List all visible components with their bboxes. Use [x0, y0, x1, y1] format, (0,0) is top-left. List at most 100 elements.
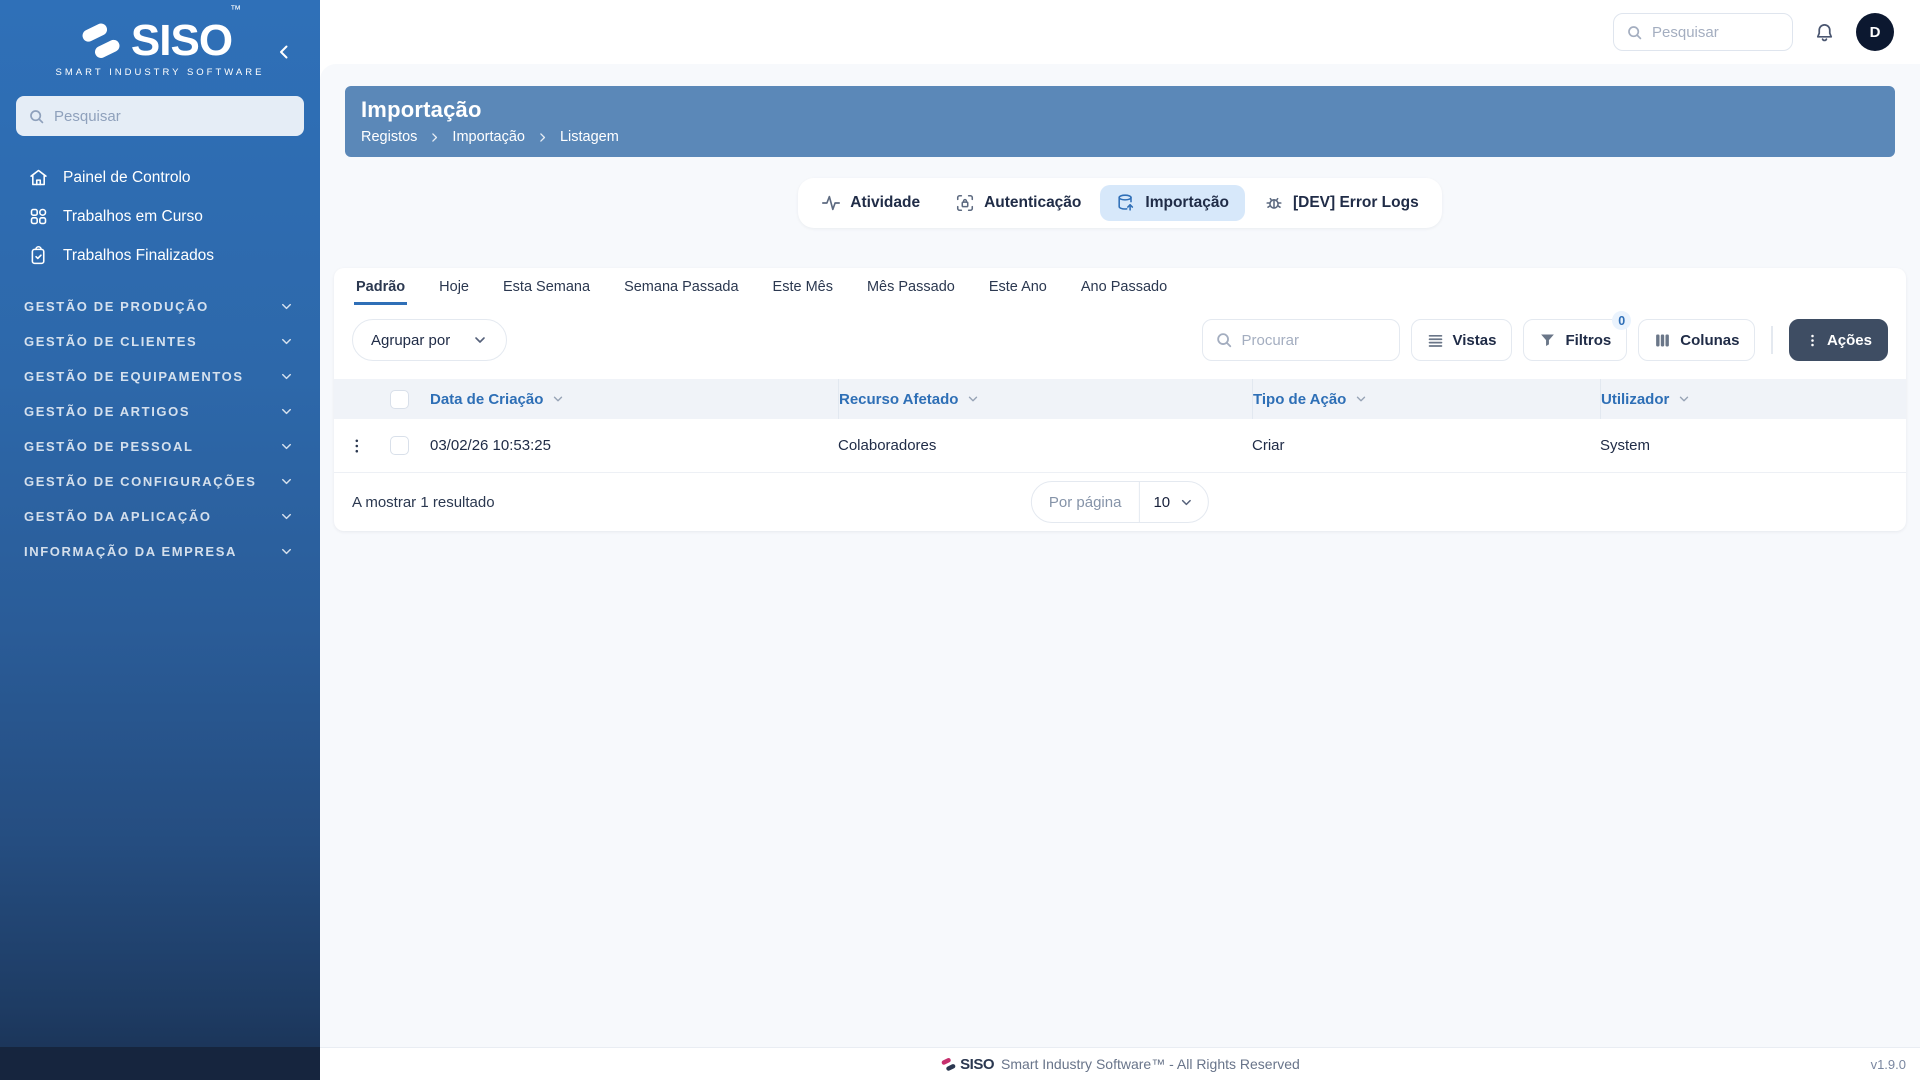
tab-autenticacao[interactable]: Autenticação: [939, 185, 1097, 221]
sidebar-section-label: GESTÃO DE PRODUÇÃO: [24, 299, 209, 314]
sidebar-section-gestao-de-configuracoes[interactable]: GESTÃO DE CONFIGURAÇÕES: [0, 464, 320, 499]
filter-tab-ano-passado[interactable]: Ano Passado: [1079, 268, 1169, 305]
tab-importacao[interactable]: Importação: [1100, 185, 1245, 221]
filter-tab-padrao[interactable]: Padrão: [354, 268, 408, 305]
views-button[interactable]: Vistas: [1410, 319, 1513, 361]
sidebar-section-label: GESTÃO DE CLIENTES: [24, 334, 198, 349]
sidebar-section-gestao-de-equipamentos[interactable]: GESTÃO DE EQUIPAMENTOS: [0, 359, 320, 394]
listing-card: Padrão Hoje Esta Semana Semana Passada E…: [334, 268, 1906, 531]
chevron-down-icon: [969, 396, 978, 402]
sidebar-collapse-icon[interactable]: [274, 42, 294, 62]
sidebar-section-informacao-da-empresa[interactable]: INFORMAÇÃO DA EMPRESA: [0, 534, 320, 569]
chevron-down-icon: [282, 443, 291, 450]
page-title: Importação: [361, 97, 482, 122]
actions-button[interactable]: Ações: [1788, 319, 1888, 361]
toolbar-actions-group: Vistas Filtros 0: [1201, 311, 1888, 361]
breadcrumb: Registos Importação Listagem: [361, 129, 1879, 145]
column-header-label: Tipo de Ação: [1253, 390, 1347, 408]
brand-glyph-icon: [78, 18, 124, 64]
filter-tab-este-mes[interactable]: Este Mês: [771, 268, 835, 305]
footer-copyright-text: Smart Industry Software™ - All Rights Re…: [1001, 1056, 1300, 1072]
tab-dev-error-logs[interactable]: [DEV] Error Logs: [1248, 185, 1435, 221]
log-type-tabs: Atividade Autenticação Importação [DEV] …: [798, 178, 1442, 228]
bug-icon: [1264, 193, 1284, 213]
sidebar-item-trabalhos-finalizados[interactable]: Trabalhos Finalizados: [0, 236, 320, 275]
main-area: D Importação Registos Importação Listage…: [320, 0, 1920, 1080]
auth-scan-icon: [955, 193, 975, 213]
chevron-down-icon: [282, 373, 291, 380]
filter-tab-mes-passado[interactable]: Mês Passado: [865, 268, 957, 305]
sidebar-section-label: GESTÃO DE EQUIPAMENTOS: [24, 369, 244, 384]
breadcrumb-registos[interactable]: Registos: [361, 129, 417, 145]
sidebar-search[interactable]: [16, 96, 304, 136]
column-header-tipo-de-acao[interactable]: Tipo de Ação: [1252, 379, 1600, 419]
filters-button[interactable]: Filtros 0: [1523, 311, 1632, 361]
clipboard-check-icon: [28, 245, 49, 266]
group-by-dropdown[interactable]: Agrupar por: [352, 319, 508, 361]
filter-tab-semana-passada[interactable]: Semana Passada: [622, 268, 740, 305]
filter-tab-hoje[interactable]: Hoje: [437, 268, 471, 305]
brand-wordmark: SISO™: [130, 4, 241, 65]
global-search-input[interactable]: [1652, 23, 1780, 41]
filters-count-badge: 0: [1612, 311, 1632, 330]
chevron-down-icon: [282, 548, 291, 555]
table-row: 03/02/26 10:53:25 Colaboradores Criar Sy…: [334, 419, 1906, 473]
table-search-input[interactable]: [1241, 331, 1387, 349]
sidebar-item-label: Trabalhos Finalizados: [63, 246, 215, 264]
brand-logo: SISO™ SMART INDUSTRY SOFTWARE: [0, 4, 320, 78]
per-page-label: Por página: [1032, 482, 1140, 522]
tab-atividade[interactable]: Atividade: [805, 185, 936, 221]
table-search[interactable]: [1201, 319, 1400, 361]
columns-button[interactable]: Colunas: [1638, 319, 1756, 361]
sidebar-section-gestao-de-producao[interactable]: GESTÃO DE PRODUÇÃO: [0, 289, 320, 324]
per-page-select[interactable]: 10: [1139, 482, 1208, 522]
breadcrumb-importacao[interactable]: Importação: [452, 129, 525, 145]
sidebar-section-label: GESTÃO DE CONFIGURAÇÕES: [24, 474, 257, 489]
views-label: Vistas: [1452, 331, 1497, 349]
tab-label: Autenticação: [984, 194, 1082, 211]
user-avatar[interactable]: D: [1856, 13, 1894, 51]
group-by-label: Agrupar por: [371, 331, 451, 349]
chevron-down-icon: [282, 513, 291, 520]
column-header-recurso-afetado[interactable]: Recurso Afetado: [838, 379, 1252, 419]
footer-brand-logo: SISO: [940, 1056, 995, 1073]
tab-label: Importação: [1145, 194, 1229, 211]
sidebar-bottom-strip: [0, 1047, 320, 1080]
column-header-utilizador[interactable]: Utilizador: [1600, 379, 1888, 419]
column-header-data-de-criacao[interactable]: Data de Criação: [430, 379, 838, 419]
sidebar-section-gestao-de-clientes[interactable]: GESTÃO DE CLIENTES: [0, 324, 320, 359]
chevron-down-icon: [282, 408, 291, 415]
sidebar-section-label: GESTÃO DE ARTIGOS: [24, 404, 191, 419]
chevron-down-icon: [475, 337, 486, 343]
sidebar-section-gestao-de-pessoal[interactable]: GESTÃO DE PESSOAL: [0, 429, 320, 464]
log-type-tabs-wrap: Atividade Autenticação Importação [DEV] …: [334, 178, 1906, 228]
row-checkbox[interactable]: [390, 436, 409, 455]
sidebar-item-painel-de-controlo[interactable]: Painel de Controlo: [0, 158, 320, 197]
per-page-value: 10: [1153, 493, 1171, 511]
chevron-right-icon: [540, 132, 546, 142]
chevron-down-icon: [282, 478, 291, 485]
search-icon: [28, 108, 45, 125]
columns-label: Colunas: [1680, 331, 1740, 349]
cell-tipo-de-acao: Criar: [1252, 437, 1285, 454]
brand-tagline: SMART INDUSTRY SOFTWARE: [55, 67, 265, 78]
chevron-down-icon: [282, 303, 291, 310]
sidebar-item-trabalhos-em-curso[interactable]: Trabalhos em Curso: [0, 197, 320, 236]
date-filter-tabs: Padrão Hoje Esta Semana Semana Passada E…: [334, 268, 1906, 305]
row-kebab-icon[interactable]: [352, 438, 368, 454]
app-footer: SISO Smart Industry Software™ - All Righ…: [320, 1047, 1920, 1080]
sidebar-section-gestao-da-aplicacao[interactable]: GESTÃO DA APLICAÇÃO: [0, 499, 320, 534]
cell-data-de-criacao: 03/02/26 10:53:25: [430, 437, 551, 454]
sidebar-section-gestao-de-artigos[interactable]: GESTÃO DE ARTIGOS: [0, 394, 320, 429]
breadcrumb-listagem: Listagem: [559, 129, 619, 145]
chevron-down-icon: [282, 338, 291, 345]
global-search[interactable]: [1613, 13, 1793, 51]
select-all-checkbox[interactable]: [390, 389, 409, 409]
filter-tab-esta-semana[interactable]: Esta Semana: [501, 268, 592, 305]
sidebar-section-label: GESTÃO DE PESSOAL: [24, 439, 194, 454]
sidebar-search-input[interactable]: [54, 107, 292, 125]
table-toolbar: Agrupar por Procurar Vistas Filtros 0 Co…: [334, 305, 1906, 379]
chevron-down-icon: [554, 396, 563, 402]
notifications-bell-icon[interactable]: [1813, 21, 1836, 44]
filter-tab-este-ano[interactable]: Este Ano: [987, 268, 1049, 305]
